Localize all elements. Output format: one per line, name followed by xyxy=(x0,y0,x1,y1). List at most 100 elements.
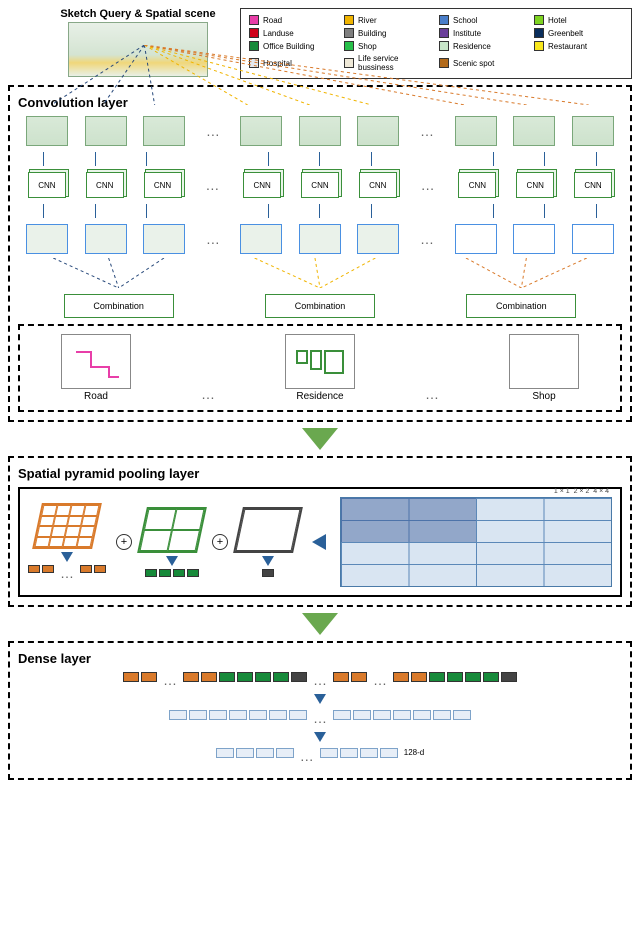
merge-lines xyxy=(18,258,622,288)
vector-cell xyxy=(123,672,139,682)
connector-line xyxy=(371,152,372,166)
vector-cell xyxy=(216,748,234,758)
scale-1: 1 × 1 xyxy=(554,488,570,495)
pyramid-2x2 xyxy=(142,507,202,577)
connector-line xyxy=(268,204,269,218)
input-tile xyxy=(455,116,497,146)
pyramid-1x1 xyxy=(238,507,298,577)
combination-box: Combination xyxy=(265,294,375,318)
connector-line xyxy=(596,204,597,218)
legend-item: Building xyxy=(344,28,433,38)
vector-cell xyxy=(219,672,235,682)
class-shop-vis xyxy=(509,334,579,389)
vector-cell xyxy=(351,672,367,682)
legend-label: Building xyxy=(358,29,386,38)
vector-cell xyxy=(201,672,217,682)
legend-item: Greenbelt xyxy=(534,28,623,38)
connector-line xyxy=(95,204,96,218)
legend-swatch xyxy=(344,41,354,51)
dense-input-vec: ……… xyxy=(18,672,622,688)
scale-4: 4 × 4 xyxy=(593,488,609,495)
grid-4x4 xyxy=(32,503,102,549)
connector-line xyxy=(43,152,44,166)
legend-label: Road xyxy=(263,16,282,25)
ellipsis: … xyxy=(416,123,438,139)
conv-input-tiles: … … xyxy=(18,116,622,146)
dense-title: Dense layer xyxy=(18,651,622,666)
vector-cell xyxy=(353,710,371,720)
vector-cell xyxy=(340,748,358,758)
legend-item: Scenic spot xyxy=(439,54,528,72)
connector-line xyxy=(146,152,147,166)
input-tile xyxy=(299,116,341,146)
down-arrow-icon xyxy=(314,732,326,742)
spp-scale-labels: 1 × 1 2 × 2 4 × 4 xyxy=(554,488,609,495)
conv-title: Convolution layer xyxy=(18,95,622,110)
legend-swatch xyxy=(439,58,449,68)
connector-line xyxy=(95,152,96,166)
legend-item: Life service bussiness xyxy=(344,54,433,72)
legend-label: Scenic spot xyxy=(453,59,494,68)
grid-1x1 xyxy=(233,507,303,553)
legend-swatch xyxy=(249,41,259,51)
feature-vec-4: … xyxy=(28,565,106,581)
class-road-label: Road xyxy=(61,391,131,402)
vector-cell xyxy=(236,748,254,758)
vector-cell xyxy=(256,748,274,758)
down-arrow-icon xyxy=(61,552,73,562)
feature-map xyxy=(85,224,127,254)
cnn-cube: CNN xyxy=(86,172,124,198)
legend-swatch xyxy=(439,41,449,51)
legend: RoadRiverSchoolHotelLanduseBuildingInsti… xyxy=(240,8,632,79)
vector-cell xyxy=(249,710,267,720)
ellipsis: … xyxy=(159,672,181,688)
ellipsis: … xyxy=(369,672,391,688)
down-arrow-icon xyxy=(302,613,338,635)
dense-hidden-vec: … xyxy=(18,710,622,726)
legend-item: Office Building xyxy=(249,41,338,51)
sketch-query-block: Sketch Query & Spatial scene xyxy=(48,8,228,77)
legend-item: Institute xyxy=(439,28,528,38)
feature-vec-1 xyxy=(262,569,274,577)
cnn-cube: CNN xyxy=(144,172,182,198)
vector-cell xyxy=(380,748,398,758)
spp-stage: Spatial pyramid pooling layer … + + xyxy=(8,456,632,607)
connector-line xyxy=(371,204,372,218)
legend-swatch xyxy=(439,28,449,38)
cnn-cube: CNN xyxy=(516,172,554,198)
legend-item: School xyxy=(439,15,528,25)
class-results: Road … Residence … Shop xyxy=(18,324,622,412)
legend-label: Shop xyxy=(358,42,377,51)
concat-icon: + xyxy=(212,534,228,550)
spp-overlay xyxy=(341,498,476,542)
feature-map xyxy=(299,224,341,254)
legend-swatch xyxy=(439,15,449,25)
ellipsis: … xyxy=(202,231,224,247)
concat-icon: + xyxy=(116,534,132,550)
connector-line xyxy=(43,204,44,218)
connector-line xyxy=(544,204,545,218)
legend-label: Residence xyxy=(453,42,491,51)
feature-map xyxy=(26,224,68,254)
legend-label: River xyxy=(358,16,377,25)
road-path-icon xyxy=(71,342,121,382)
vector-cell xyxy=(413,710,431,720)
vector-cell xyxy=(373,710,391,720)
legend-label: Institute xyxy=(453,29,481,38)
vector-cell xyxy=(183,672,199,682)
grid-2x2 xyxy=(137,507,207,553)
vector-cell xyxy=(255,672,271,682)
legend-swatch xyxy=(534,28,544,38)
input-tile xyxy=(513,116,555,146)
down-arrow-icon xyxy=(262,556,274,566)
feature-map-empty xyxy=(572,224,614,254)
feature-map xyxy=(143,224,185,254)
legend-label: Life service bussiness xyxy=(358,54,433,72)
vector-cell xyxy=(189,710,207,720)
dense-output-vec: …128-d xyxy=(18,748,622,764)
ellipsis: … xyxy=(417,177,439,193)
ellipsis: … xyxy=(421,386,443,402)
legend-swatch xyxy=(344,15,354,25)
vector-cell xyxy=(393,672,409,682)
merge-svg xyxy=(18,258,622,288)
